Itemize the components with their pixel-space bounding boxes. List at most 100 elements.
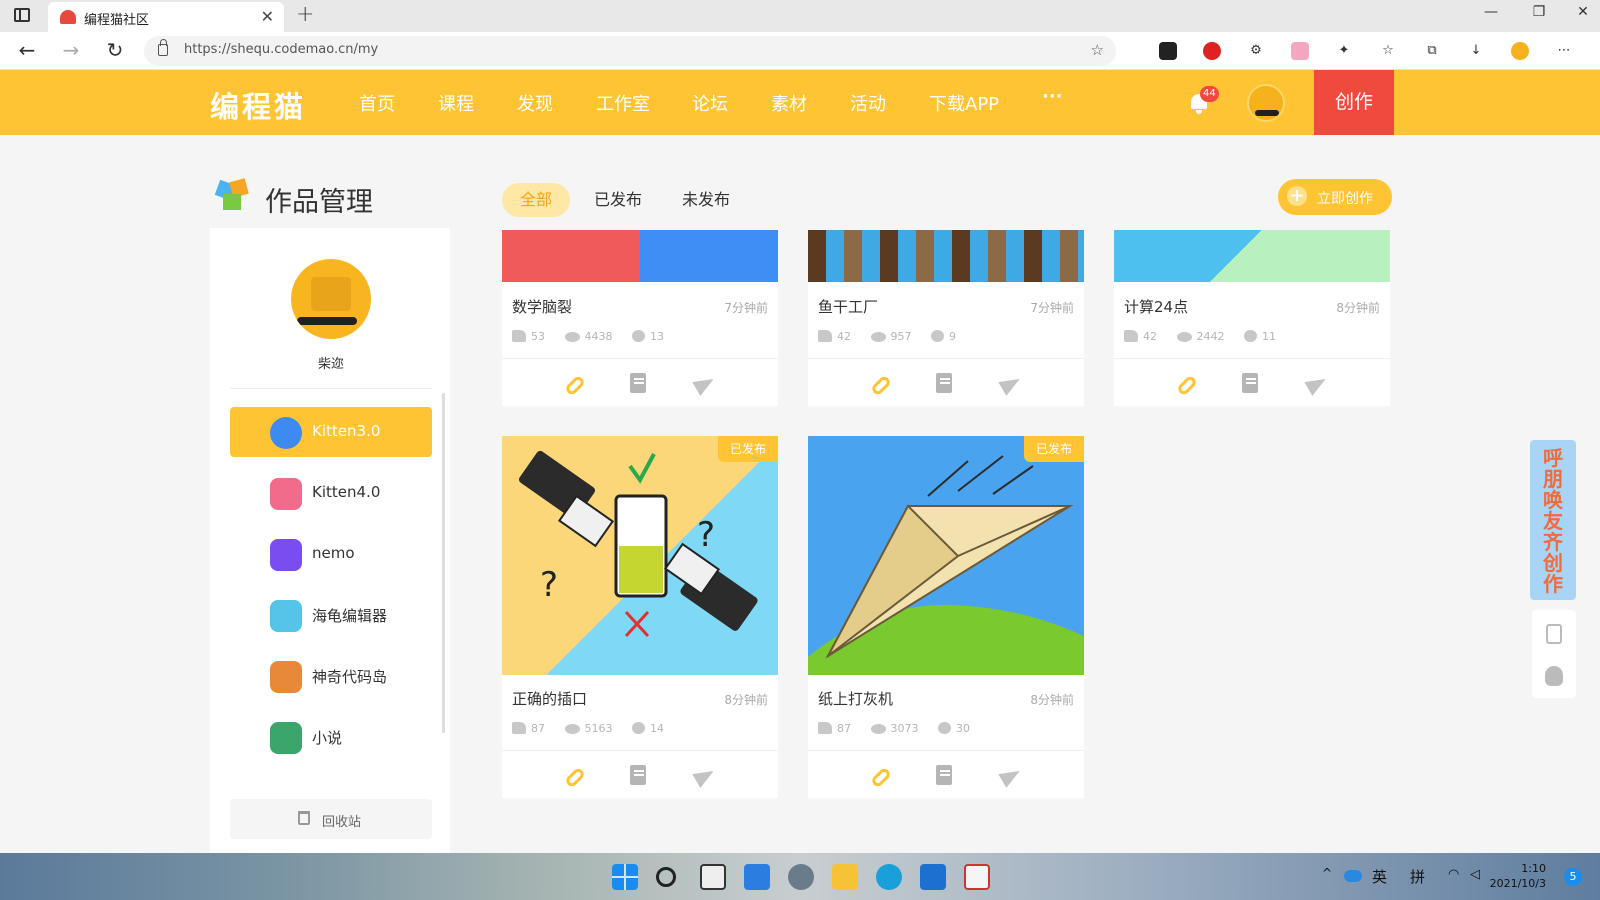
phone-icon[interactable] bbox=[1546, 624, 1562, 644]
book-icon[interactable] bbox=[630, 765, 646, 785]
work-card[interactable]: 计算24点 8分钟前 42 2442 11 bbox=[1114, 230, 1390, 406]
extensions-icon[interactable]: ✦ bbox=[1335, 42, 1353, 60]
work-name[interactable]: 计算24点 bbox=[1124, 296, 1188, 317]
nav-events[interactable]: 活动 bbox=[850, 90, 886, 116]
share-icon[interactable] bbox=[998, 372, 1024, 396]
profile-icon[interactable] bbox=[1511, 42, 1529, 60]
nav-download-app[interactable]: 下载APP bbox=[929, 90, 999, 116]
work-card[interactable]: 数学脑裂 7分钟前 53 4438 13 bbox=[502, 230, 778, 406]
ime-language[interactable]: 英 bbox=[1372, 866, 1387, 887]
search-icon[interactable] bbox=[656, 867, 676, 887]
qq-icon[interactable] bbox=[1545, 666, 1563, 686]
work-name[interactable]: 正确的插口 bbox=[512, 688, 587, 709]
nav-assets[interactable]: 素材 bbox=[771, 90, 807, 116]
ime-mode[interactable]: 拼 bbox=[1410, 866, 1425, 887]
browser-tab[interactable]: 编程猫社区 ✕ bbox=[48, 2, 284, 32]
link-icon[interactable] bbox=[1176, 374, 1198, 397]
work-thumbnail[interactable] bbox=[1114, 230, 1390, 282]
work-thumbnail[interactable] bbox=[502, 230, 778, 282]
edge-icon[interactable] bbox=[876, 864, 902, 890]
settings-icon[interactable] bbox=[788, 864, 814, 890]
book-icon[interactable] bbox=[936, 373, 952, 393]
lock-icon[interactable] bbox=[158, 39, 168, 56]
extension-4-icon[interactable] bbox=[1291, 42, 1309, 60]
store-icon[interactable] bbox=[920, 864, 946, 890]
share-icon[interactable] bbox=[692, 764, 718, 788]
share-icon[interactable] bbox=[692, 372, 718, 396]
link-icon[interactable] bbox=[870, 374, 892, 397]
tab-published[interactable]: 已发布 bbox=[584, 183, 652, 217]
work-name[interactable]: 数学脑裂 bbox=[512, 296, 572, 317]
extension-2-icon[interactable] bbox=[1203, 42, 1221, 60]
new-tab-button[interactable]: + bbox=[296, 2, 314, 27]
work-name[interactable]: 纸上打灰机 bbox=[818, 688, 893, 709]
sidebar-item-turtle-editor[interactable]: 海龟编辑器 bbox=[230, 590, 432, 640]
file-explorer-icon[interactable] bbox=[832, 864, 858, 890]
work-card[interactable]: 已发布 纸上打灰机 8分钟前 87 3073 30 bbox=[808, 436, 1084, 798]
restore-button[interactable]: ❐ bbox=[1524, 4, 1554, 20]
onedrive-icon[interactable] bbox=[1344, 870, 1362, 882]
work-thumbnail[interactable] bbox=[808, 230, 1084, 282]
site-logo[interactable]: 编程猫 bbox=[210, 84, 306, 126]
close-tab-icon[interactable]: ✕ bbox=[261, 7, 274, 26]
nav-forum[interactable]: 论坛 bbox=[692, 90, 728, 116]
extension-3-icon[interactable]: ⚙ bbox=[1247, 42, 1265, 60]
quick-create-button[interactable]: + 立即创作 bbox=[1278, 179, 1392, 215]
task-view-icon[interactable] bbox=[700, 864, 726, 890]
url-field[interactable]: https://shequ.codemao.cn/my ☆ bbox=[144, 36, 1116, 66]
sidebar-item-kitten4[interactable]: Kitten4.0 bbox=[230, 468, 432, 518]
forward-button[interactable]: → bbox=[58, 38, 84, 62]
link-icon[interactable] bbox=[564, 766, 586, 789]
start-icon[interactable] bbox=[612, 864, 638, 890]
book-icon[interactable] bbox=[630, 373, 646, 393]
sidebar-item-kitten3[interactable]: Kitten3.0 bbox=[230, 407, 432, 457]
clock[interactable]: 1:10 2021/10/3 bbox=[1490, 861, 1546, 891]
create-button[interactable]: 创作 bbox=[1314, 70, 1394, 135]
work-card[interactable]: 鱼干工厂 7分钟前 42 957 9 bbox=[808, 230, 1084, 406]
book-icon[interactable] bbox=[1242, 373, 1258, 393]
widgets-icon[interactable] bbox=[744, 864, 770, 890]
add-favorite-icon[interactable]: ☆ bbox=[1091, 41, 1104, 59]
tab-unpublished[interactable]: 未发布 bbox=[672, 183, 740, 217]
snipping-tool-icon[interactable] bbox=[964, 864, 990, 890]
recycle-bin-button[interactable]: 回收站 bbox=[230, 799, 432, 839]
nav-studio[interactable]: 工作室 bbox=[596, 90, 650, 116]
downloads-icon[interactable]: ↓ bbox=[1467, 42, 1485, 60]
volume-icon[interactable]: ◁ bbox=[1470, 867, 1480, 882]
work-thumbnail[interactable]: ? ? bbox=[502, 436, 778, 675]
minimize-button[interactable]: — bbox=[1476, 4, 1506, 20]
nav-home[interactable]: 首页 bbox=[359, 90, 395, 116]
tab-actions-icon[interactable] bbox=[14, 8, 30, 22]
work-name[interactable]: 鱼干工厂 bbox=[818, 296, 878, 317]
nav-more[interactable]: ··· bbox=[1042, 86, 1063, 107]
url-text[interactable]: https://shequ.codemao.cn/my bbox=[184, 42, 378, 57]
favorites-icon[interactable]: ☆ bbox=[1379, 42, 1397, 60]
nav-discover[interactable]: 发现 bbox=[517, 90, 553, 116]
wifi-icon[interactable]: ◠ bbox=[1448, 867, 1459, 882]
user-avatar[interactable] bbox=[291, 259, 371, 339]
sidebar-item-novel[interactable]: 小说 bbox=[230, 712, 432, 762]
sidebar-scrollbar[interactable] bbox=[442, 393, 445, 733]
work-card[interactable]: ? ? 已发布 正确的插口 8分钟前 87 5163 14 bbox=[502, 436, 778, 798]
collections-icon[interactable]: ⧉ bbox=[1423, 42, 1441, 60]
refresh-button[interactable]: ↻ bbox=[102, 38, 128, 62]
sidebar-item-nemo[interactable]: nemo bbox=[230, 529, 432, 579]
share-icon[interactable] bbox=[998, 764, 1024, 788]
link-icon[interactable] bbox=[870, 766, 892, 789]
chevron-up-icon[interactable]: ^ bbox=[1322, 866, 1332, 880]
back-button[interactable]: ← bbox=[14, 38, 40, 62]
more-menu-icon[interactable]: ⋯ bbox=[1555, 42, 1573, 60]
nav-courses[interactable]: 课程 bbox=[438, 90, 474, 116]
sidebar-item-code-island[interactable]: 神奇代码岛 bbox=[230, 651, 432, 701]
close-window-button[interactable]: ✕ bbox=[1568, 4, 1598, 20]
extension-1-icon[interactable] bbox=[1159, 42, 1177, 60]
work-thumbnail[interactable] bbox=[808, 436, 1084, 675]
tab-all[interactable]: 全部 bbox=[502, 183, 570, 217]
published-badge: 已发布 bbox=[718, 436, 778, 462]
share-icon[interactable] bbox=[1304, 372, 1330, 396]
header-avatar[interactable] bbox=[1247, 84, 1285, 122]
book-icon[interactable] bbox=[936, 765, 952, 785]
link-icon[interactable] bbox=[564, 374, 586, 397]
notification-center-badge[interactable]: 5 bbox=[1564, 868, 1582, 886]
invite-friends-banner[interactable]: 呼朋唤友齐创作 bbox=[1530, 440, 1576, 600]
